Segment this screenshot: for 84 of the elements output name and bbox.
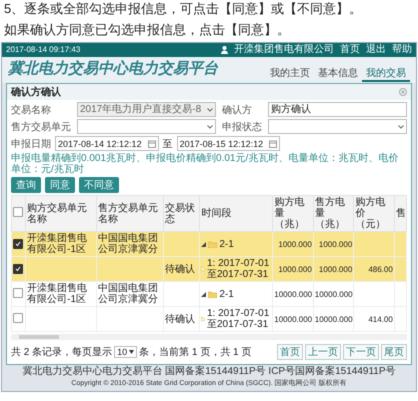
pagination-text: 共 2 条记录，每页显示 xyxy=(11,346,112,359)
date-field[interactable]: 2017-08-14 12:12:12 xyxy=(55,136,159,151)
table-cell: 1000.000 xyxy=(272,232,314,256)
nav-tab[interactable]: 基本信息 xyxy=(314,66,362,82)
field-label: 申报状态 xyxy=(222,120,262,134)
table-cell: 10000.000 xyxy=(272,282,314,306)
table-cell-text: 1: 2017-07-01至2017-07-31 xyxy=(207,258,270,280)
top-link[interactable]: 首页 xyxy=(340,44,360,56)
field-label: 交易名称 xyxy=(11,104,52,116)
page-size-dropdown[interactable]: 10 xyxy=(114,346,138,358)
calendar-icon[interactable] xyxy=(148,140,156,148)
pagination-text: 条，当前第 1 页，共 1 页 xyxy=(139,346,252,359)
table-row[interactable]: 开滦集团售电有限公司-1区 中国国电集团公司京津冀分 2-1 1000.000 1000.000 xyxy=(12,232,406,256)
close-icon[interactable] xyxy=(399,88,407,96)
field-label: 申报日期 xyxy=(11,138,51,150)
checkbox[interactable] xyxy=(13,207,23,217)
checkbox[interactable] xyxy=(13,288,23,298)
table-cell: 中国国电集团公司京津冀分 xyxy=(96,232,164,256)
checkbox[interactable] xyxy=(13,264,23,274)
table-cell: 1000.000 xyxy=(313,256,354,282)
action-button[interactable]: 查询 xyxy=(11,177,41,193)
date-field[interactable]: 2017-08-15 12:12:12 xyxy=(176,136,280,151)
user-name: 开滦集团售电有限公司 xyxy=(234,44,334,56)
action-button[interactable]: 同意 xyxy=(45,177,75,193)
action-button[interactable]: 不同意 xyxy=(79,177,119,193)
instruction-text: 如果确认方同意已勾选申报信息，点击【同意】。 xyxy=(4,21,291,38)
input-field[interactable]: 购方确认 xyxy=(268,102,407,117)
column-header: 购方电量（兆） xyxy=(272,196,314,232)
column-header: 售方电量（兆） xyxy=(313,196,354,232)
expanded-triangle-icon[interactable] xyxy=(201,292,206,296)
table-cell: 中国国电集团公司京津冀分 xyxy=(96,282,164,306)
table-row[interactable]: 开滦集团售电有限公司-1区 中国国电集团公司京津冀分 2-1 10000.000 10000.000 xyxy=(12,282,406,306)
document-icon xyxy=(201,315,205,323)
dialog-title: 确认方确认 xyxy=(11,85,61,99)
column-header: 交易状态 xyxy=(163,196,200,232)
chevron-down-icon xyxy=(207,124,213,128)
column-header: 售方交易单元名称 xyxy=(96,196,164,232)
field-label: 确认方 xyxy=(222,104,253,116)
dropdown-field[interactable] xyxy=(268,119,407,134)
scrollbar-drawing[interactable] xyxy=(11,334,407,340)
footer-text: 冀北电力交易中心电力交易平台 xyxy=(22,366,162,377)
table-cell: 414.00 xyxy=(354,306,394,332)
page-button[interactable]: 上一页 xyxy=(305,344,341,360)
table-cell: 开滦集团售电有限公司-1区 xyxy=(26,232,97,256)
table-cell: 待确认 xyxy=(163,306,200,332)
column-header: 售 xyxy=(394,196,406,232)
footer-text: 国网备案15144911P号 ICP号国网备案15144911P号 xyxy=(165,366,396,377)
dropdown-field[interactable] xyxy=(77,119,216,134)
expanded-triangle-icon[interactable] xyxy=(201,242,206,246)
table-cell: 10000.000 xyxy=(313,306,354,332)
table-cell: 486.00 xyxy=(354,256,394,282)
page-button[interactable]: 下一页 xyxy=(343,344,379,360)
table-cell: 开滦集团售电有限公司-1区 xyxy=(26,282,97,306)
column-header: 购方电价（元） xyxy=(354,196,394,232)
table-cell: 2-1 xyxy=(219,288,234,300)
top-link[interactable]: 帮助 xyxy=(392,44,412,56)
column-header: 购方交易单元名称 xyxy=(26,196,97,232)
chevron-down-icon xyxy=(398,124,404,128)
checkbox[interactable] xyxy=(13,238,23,248)
table-cell: 待确认 xyxy=(163,256,200,282)
user-icon xyxy=(221,46,228,54)
note-text: 申报电量精确到0.001兆瓦时、申报电价精确到0.01元/兆瓦时、电量单位：兆瓦时、电价单位：元/兆瓦时 xyxy=(11,153,400,175)
field-label: 售方交易单元 xyxy=(11,120,71,134)
table-cell: 10000.000 xyxy=(272,306,314,332)
table-cell: 2-1 xyxy=(219,238,234,250)
chevron-down-icon xyxy=(207,108,213,112)
folder-icon xyxy=(208,240,218,248)
table-cell: 10000.000 xyxy=(313,282,354,306)
table-cell-text: 1: 2017-07-01至2017-07-31 xyxy=(207,308,270,330)
table-cell: 1000.000 xyxy=(313,232,354,256)
dropdown-triangle-icon xyxy=(129,350,134,354)
top-link[interactable]: 退出 xyxy=(366,44,386,56)
calendar-icon[interactable] xyxy=(269,140,278,148)
page-button[interactable]: 尾页 xyxy=(381,344,407,360)
site-title: 冀北电力交易中心电力交易平台 xyxy=(8,59,220,78)
datetime-text: 2017-08-14 09:17:43 xyxy=(6,44,82,56)
folder-icon xyxy=(208,290,218,298)
checkbox[interactable] xyxy=(13,312,23,322)
page-button[interactable]: 首页 xyxy=(277,344,303,360)
column-header: 时间段 xyxy=(200,196,273,232)
separator-text: 至 xyxy=(162,138,173,150)
table-cell: 1000.000 xyxy=(272,256,314,282)
instruction-text: 5、逐条或全部勾选申报信息，可点击【同意】或【不同意】。 xyxy=(4,0,364,17)
nav-tab[interactable]: 我的主页 xyxy=(266,66,314,82)
